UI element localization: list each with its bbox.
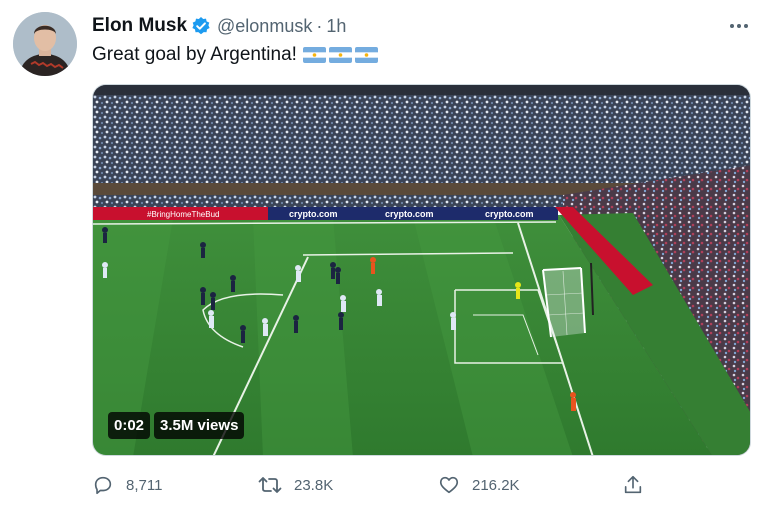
tweet: Elon Musk @elonmusk · 1h Great goal by A…	[0, 0, 768, 510]
ad-board-text: #BringHomeTheBud	[147, 210, 219, 219]
retweet-count: 23.8K	[294, 476, 334, 494]
retweet-button[interactable]: 23.8K	[258, 472, 333, 498]
action-bar: 8,711 23.8K 216.2K	[92, 472, 652, 498]
tweet-header: Elon Musk @elonmusk · 1h	[92, 14, 346, 38]
argentina-flag-icon	[354, 47, 378, 63]
handle[interactable]: @elonmusk	[217, 16, 312, 37]
separator-dot: ·	[316, 15, 323, 36]
video-duration: 0:02	[108, 412, 151, 439]
ad-board-text: crypto.com	[289, 209, 338, 219]
tweet-text: Great goal by Argentina!	[92, 44, 378, 66]
like-button[interactable]: 216.2K	[438, 472, 520, 498]
display-name[interactable]: Elon Musk	[92, 15, 187, 37]
reply-icon	[92, 474, 114, 496]
video-player[interactable]: #BringHomeTheBud crypto.com crypto.com c…	[92, 84, 751, 456]
share-icon	[622, 474, 644, 496]
tweet-text-content: Great goal by Argentina!	[92, 44, 297, 65]
timestamp[interactable]: 1h	[326, 16, 346, 37]
video-overlay-badges: 0:02 3.5M views	[108, 412, 245, 439]
ad-board-text: crypto.com	[385, 209, 434, 219]
reply-count: 8,711	[126, 476, 163, 494]
share-button[interactable]	[622, 472, 644, 498]
reply-button[interactable]: 8,711	[92, 472, 162, 498]
avatar[interactable]	[13, 12, 77, 76]
flag-emojis	[302, 47, 378, 63]
verified-badge-icon	[191, 16, 211, 36]
retweet-icon	[258, 474, 282, 496]
argentina-flag-icon	[302, 47, 326, 63]
more-icon[interactable]	[724, 14, 754, 38]
argentina-flag-icon	[328, 47, 352, 63]
like-count: 216.2K	[472, 476, 520, 494]
view-count: 3.5M views	[154, 412, 245, 439]
ad-board-text: crypto.com	[485, 209, 534, 219]
like-icon	[438, 474, 460, 496]
